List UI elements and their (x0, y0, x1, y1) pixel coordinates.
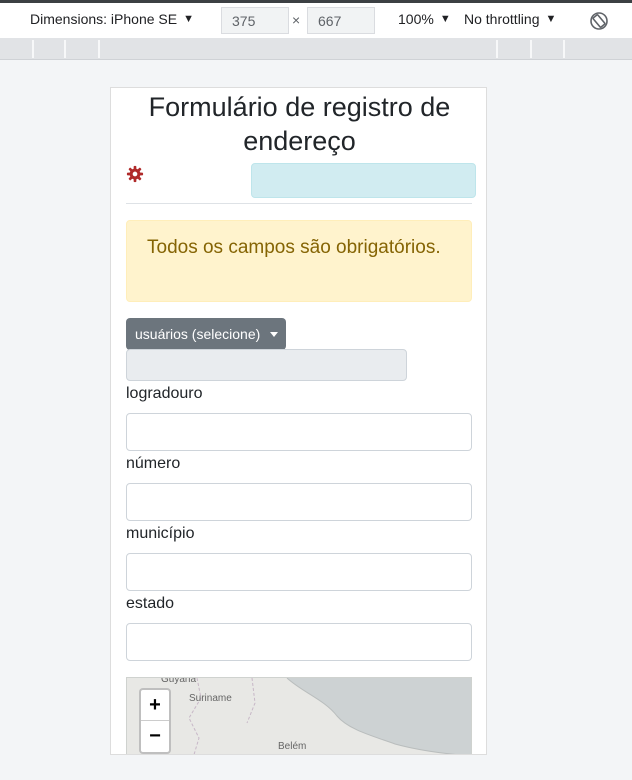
dimension-separator: × (292, 12, 301, 28)
map-place-label: Belém (278, 741, 307, 752)
users-dropdown-button[interactable]: usuários (selecione) (126, 318, 286, 350)
throttling-select[interactable]: No throttling ▼ (464, 11, 556, 27)
zoom-out-button[interactable]: − (141, 721, 169, 751)
divider (126, 203, 472, 204)
device-viewport: Formulário de registro de endereço Todos… (110, 87, 487, 755)
municipio-input[interactable] (126, 553, 472, 591)
logradouro-label: logradouro (126, 385, 203, 402)
device-dimensions-label: Dimensions: iPhone SE (30, 11, 178, 27)
map-place-label: Guyana (161, 677, 197, 685)
dropdown-arrow-icon: ▼ (439, 13, 451, 25)
info-box (251, 163, 476, 198)
required-fields-alert: Todos os campos são obrigatórios. (126, 220, 472, 302)
caret-down-icon (270, 331, 279, 337)
viewport-width-input[interactable]: 375 (221, 7, 289, 34)
viewport-height-input[interactable]: 667 (307, 7, 375, 34)
dropdown-arrow-icon: ▼ (545, 13, 557, 25)
selected-user-field (126, 349, 407, 381)
page-title: Formulário de registro de endereço (148, 92, 451, 156)
map[interactable]: Guyana Suriname Belém + − (126, 677, 472, 754)
users-dropdown-label: usuários (selecione) (135, 326, 261, 342)
map-zoom-control: + − (139, 688, 171, 754)
estado-input[interactable] (126, 623, 472, 661)
zoom-label: 100% (398, 11, 434, 27)
device-dimensions-select[interactable]: Dimensions: iPhone SE ▼ (30, 11, 194, 27)
map-place-label: Suriname (189, 693, 232, 704)
media-query-ruler (0, 38, 632, 60)
dropdown-arrow-icon: ▼ (183, 13, 194, 25)
municipio-label: município (126, 525, 195, 542)
throttling-label: No throttling (464, 11, 540, 27)
numero-input[interactable] (126, 483, 472, 521)
zoom-in-button[interactable]: + (141, 690, 169, 720)
logradouro-input[interactable] (126, 413, 472, 451)
numero-label: número (126, 455, 181, 472)
devtools-device-toolbar: Dimensions: iPhone SE ▼ 375 × 667 100% ▼… (0, 3, 632, 38)
gear-icon[interactable] (126, 165, 144, 183)
estado-label: estado (126, 595, 175, 612)
rotate-device-icon[interactable] (588, 10, 610, 32)
zoom-select[interactable]: 100% ▼ (398, 11, 451, 27)
